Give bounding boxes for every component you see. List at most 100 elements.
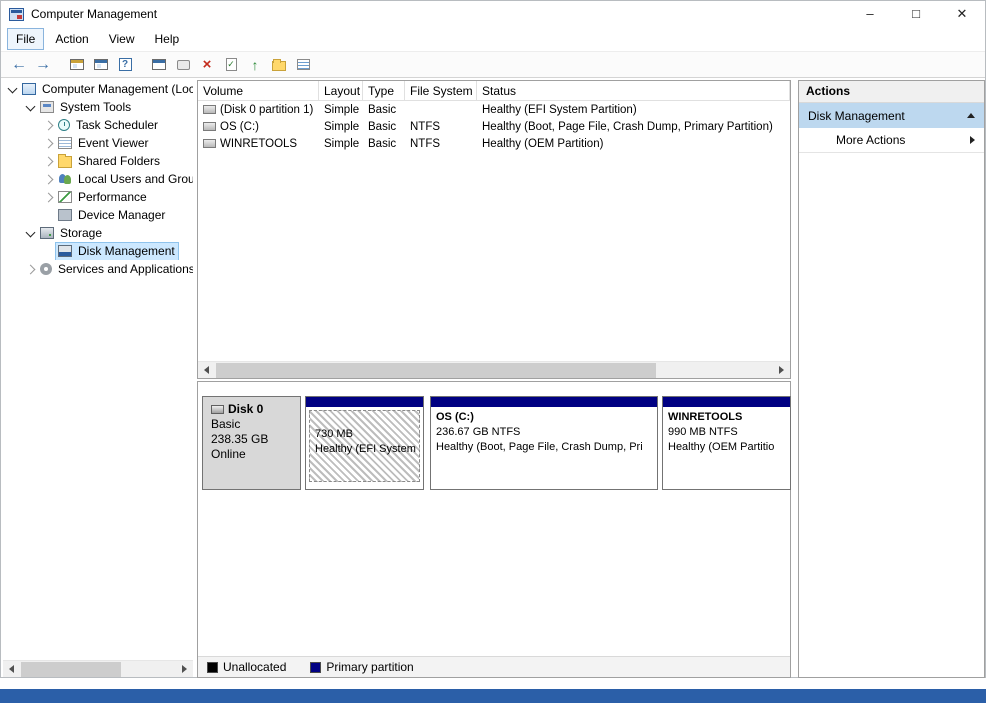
partition-color-bar bbox=[663, 397, 790, 407]
volume-icon bbox=[203, 139, 216, 148]
computer-management-window: Computer Management – □ ✕ File Action Vi… bbox=[0, 0, 986, 678]
volume-list-horizontal-scrollbar[interactable] bbox=[198, 361, 790, 378]
action-more-actions[interactable]: More Actions bbox=[799, 128, 984, 153]
menu-view[interactable]: View bbox=[100, 28, 144, 50]
column-header-type[interactable]: Type bbox=[363, 81, 405, 100]
chevron-none bbox=[41, 208, 56, 223]
tree-item-storage[interactable]: Storage bbox=[3, 224, 193, 242]
properties-check-icon[interactable]: ✓ bbox=[219, 54, 243, 76]
scroll-right-icon[interactable] bbox=[773, 362, 790, 378]
partition-color-bar bbox=[306, 397, 423, 407]
console-tree: Computer Management (Local System Tools … bbox=[3, 80, 193, 677]
column-header-layout[interactable]: Layout bbox=[319, 81, 363, 100]
partition-winretools[interactable]: WINRETOOLS 990 MB NTFS Healthy (OEM Part… bbox=[662, 396, 791, 490]
disk-status: Online bbox=[211, 447, 246, 461]
actions-panel: Actions Disk Management More Actions bbox=[798, 80, 985, 678]
tree-horizontal-scrollbar[interactable] bbox=[3, 660, 193, 677]
up-arrow-icon[interactable]: ↑ bbox=[243, 54, 267, 76]
legend-primary-partition: Primary partition bbox=[310, 660, 414, 674]
event-viewer-icon bbox=[58, 137, 72, 149]
back-icon[interactable]: ← bbox=[7, 54, 31, 76]
system-tools-icon bbox=[40, 101, 54, 113]
open-folder-icon[interactable] bbox=[267, 54, 291, 76]
services-applications-icon bbox=[40, 263, 52, 275]
computer-icon bbox=[22, 83, 36, 95]
dialog-icon[interactable] bbox=[171, 54, 195, 76]
table-row[interactable]: WINRETOOLS Simple Basic NTFS Healthy (OE… bbox=[198, 135, 790, 152]
action-disk-management[interactable]: Disk Management bbox=[799, 103, 984, 128]
table-row[interactable]: (Disk 0 partition 1) Simple Basic Health… bbox=[198, 101, 790, 118]
chevron-right-icon[interactable] bbox=[41, 154, 56, 169]
partition-efi[interactable]: 730 MB Healthy (EFI System bbox=[305, 396, 424, 490]
scrollbar-thumb[interactable] bbox=[21, 662, 121, 677]
minimize-button[interactable]: – bbox=[847, 1, 893, 27]
scrollbar-thumb[interactable] bbox=[216, 363, 656, 378]
menu-file[interactable]: File bbox=[7, 28, 45, 50]
table-row[interactable]: OS (C:) Simple Basic NTFS Healthy (Boot,… bbox=[198, 118, 790, 135]
disk-size: 238.35 GB bbox=[211, 432, 269, 446]
chevron-down-icon[interactable] bbox=[5, 82, 20, 97]
legend: Unallocated Primary partition bbox=[198, 656, 790, 677]
menu-action[interactable]: Action bbox=[46, 28, 97, 50]
disk0-box[interactable]: Disk 0 Basic 238.35 GB Online bbox=[202, 396, 301, 490]
chevron-right-icon[interactable] bbox=[41, 172, 56, 187]
tree-item-performance[interactable]: Performance bbox=[3, 188, 193, 206]
legend-unallocated: Unallocated bbox=[207, 660, 286, 674]
chevron-down-icon[interactable] bbox=[23, 100, 38, 115]
show-console-tree-icon[interactable] bbox=[65, 54, 89, 76]
disk-icon bbox=[211, 405, 224, 414]
toolbar: ← → ? × ✓ ↑ bbox=[1, 51, 985, 78]
scroll-left-icon[interactable] bbox=[198, 362, 215, 378]
tree-item-computer-management[interactable]: Computer Management (Local bbox=[3, 80, 193, 98]
window-title: Computer Management bbox=[31, 7, 158, 21]
chevron-right-icon[interactable] bbox=[41, 136, 56, 151]
column-header-volume[interactable]: Volume bbox=[198, 81, 319, 100]
column-header-file-system[interactable]: File System bbox=[405, 81, 477, 100]
properties-window-icon[interactable] bbox=[147, 54, 171, 76]
chevron-right-icon[interactable] bbox=[41, 118, 56, 133]
desktop-strip bbox=[0, 689, 986, 703]
column-header-status[interactable]: Status bbox=[477, 81, 790, 100]
tree-item-services-and-applications[interactable]: Services and Applications bbox=[3, 260, 193, 278]
expand-right-icon[interactable] bbox=[970, 136, 975, 144]
tree-item-system-tools[interactable]: System Tools bbox=[3, 98, 193, 116]
help-icon[interactable]: ? bbox=[113, 54, 137, 76]
volume-icon bbox=[203, 105, 216, 114]
disk-graphical-pane: Disk 0 Basic 238.35 GB Online 730 MB Hea… bbox=[197, 381, 791, 678]
scroll-right-icon[interactable] bbox=[176, 661, 193, 677]
view-list-icon[interactable] bbox=[291, 54, 315, 76]
volume-icon bbox=[203, 122, 216, 131]
device-manager-icon bbox=[58, 209, 72, 221]
primary-partition-swatch bbox=[310, 661, 322, 673]
forward-icon[interactable]: → bbox=[31, 54, 55, 76]
menu-bar: File Action View Help bbox=[1, 27, 985, 51]
collapse-icon[interactable] bbox=[967, 113, 975, 118]
close-button[interactable]: ✕ bbox=[939, 1, 985, 27]
local-users-groups-icon bbox=[58, 173, 72, 185]
chevron-down-icon[interactable] bbox=[23, 226, 38, 241]
disk-management-icon bbox=[58, 245, 72, 257]
tree-item-device-manager[interactable]: Device Manager bbox=[3, 206, 193, 224]
storage-icon bbox=[40, 227, 54, 239]
console-window-icon[interactable] bbox=[89, 54, 113, 76]
scroll-left-icon[interactable] bbox=[3, 661, 20, 677]
performance-icon bbox=[58, 191, 72, 203]
menu-help[interactable]: Help bbox=[146, 28, 189, 50]
partition-os-c[interactable]: OS (C:) 236.67 GB NTFS Healthy (Boot, Pa… bbox=[430, 396, 658, 490]
task-scheduler-icon bbox=[58, 119, 70, 131]
tree-item-shared-folders[interactable]: Shared Folders bbox=[3, 152, 193, 170]
tree-item-event-viewer[interactable]: Event Viewer bbox=[3, 134, 193, 152]
chevron-right-icon[interactable] bbox=[41, 190, 56, 205]
shared-folders-icon bbox=[58, 154, 72, 168]
tree-item-local-users-and-groups[interactable]: Local Users and Groups bbox=[3, 170, 193, 188]
disk-type: Basic bbox=[211, 417, 241, 431]
maximize-button[interactable]: □ bbox=[893, 1, 939, 27]
app-icon bbox=[9, 7, 24, 21]
tree-item-disk-management[interactable]: Disk Management bbox=[3, 242, 193, 260]
actions-panel-title: Actions bbox=[799, 81, 984, 103]
tree-item-task-scheduler[interactable]: Task Scheduler bbox=[3, 116, 193, 134]
chevron-right-icon[interactable] bbox=[23, 262, 38, 277]
unallocated-swatch bbox=[207, 661, 218, 673]
delete-icon[interactable]: × bbox=[195, 54, 219, 76]
partition-color-bar bbox=[431, 397, 657, 407]
